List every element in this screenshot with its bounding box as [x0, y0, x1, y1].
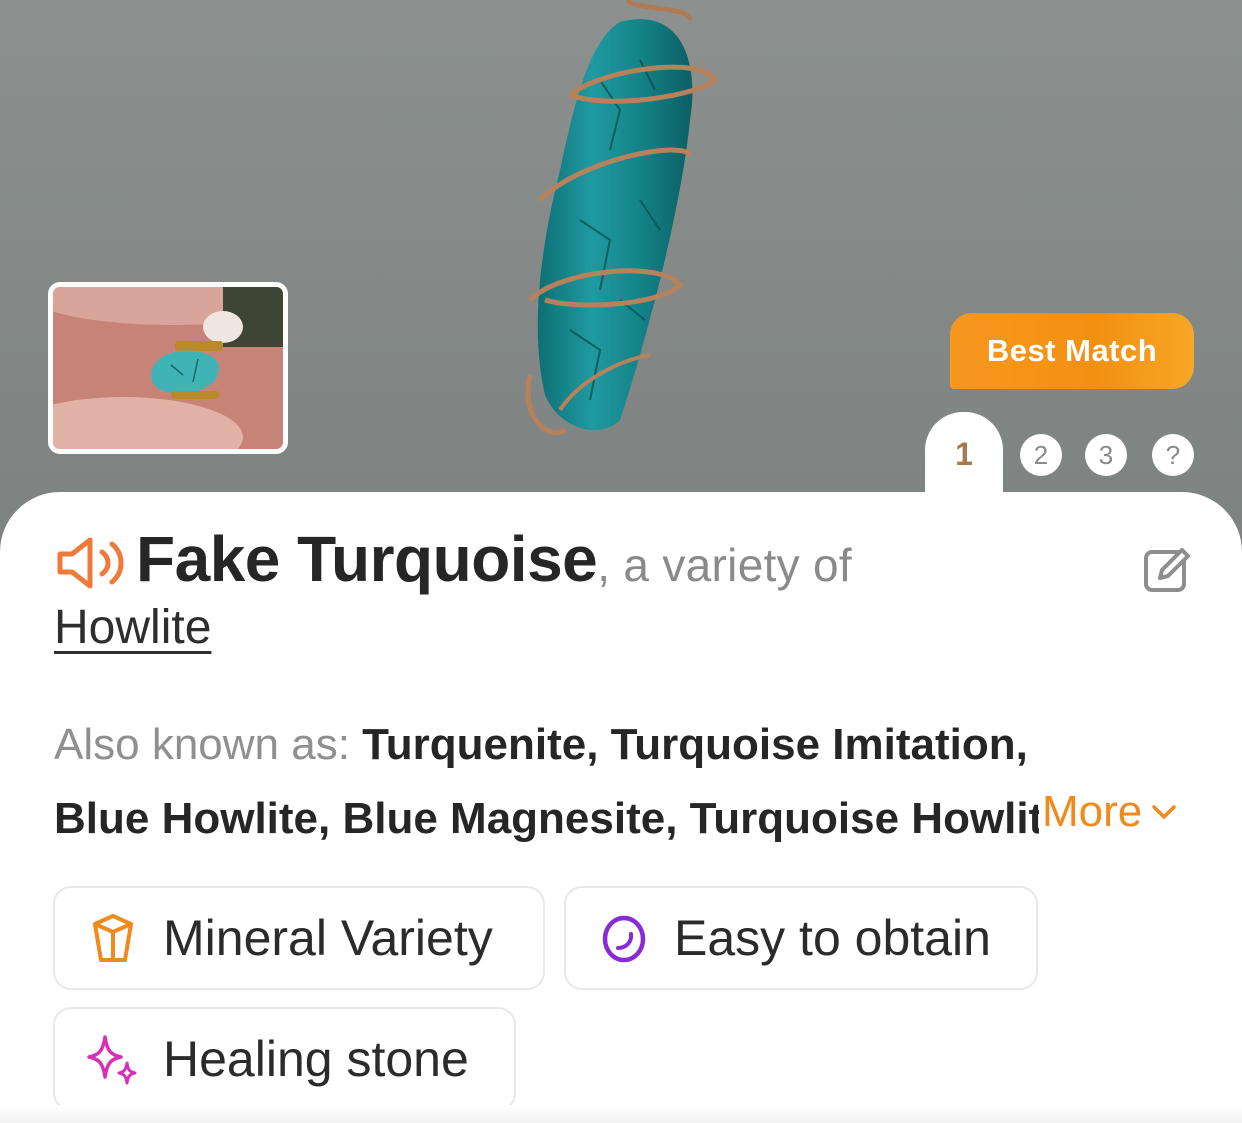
aka-label: Also known as:: [54, 720, 363, 769]
parent-species-link[interactable]: Howlite: [54, 600, 211, 655]
aka-names-line2: Blue Howlite, Blue Magnesite, Turquoise …: [54, 794, 1039, 843]
chip-healing-stone[interactable]: Healing stone: [53, 1007, 516, 1111]
aka-names-line1: Turquenite, Turquoise Imitation,: [362, 720, 1028, 769]
user-photo-thumbnail[interactable]: [48, 282, 288, 454]
chip-label: Mineral Variety: [163, 910, 493, 966]
chip-mineral-variety[interactable]: Mineral Variety: [53, 886, 545, 990]
sparkle-icon: [87, 1035, 137, 1085]
page-dot-help[interactable]: ?: [1152, 434, 1194, 476]
ring-icon: [602, 915, 646, 963]
speaker-icon[interactable]: [54, 534, 124, 592]
crystal-icon: [93, 914, 133, 962]
also-known-as: Also known as: Turquenite, Turquoise Imi…: [54, 708, 1194, 856]
chip-label: Healing stone: [163, 1031, 469, 1087]
page-dot-3[interactable]: 3: [1085, 434, 1127, 476]
more-button[interactable]: More: [1040, 782, 1179, 842]
best-match-badge: Best Match: [950, 313, 1194, 389]
more-label: More: [1042, 787, 1143, 836]
chip-label: Easy to obtain: [674, 910, 991, 966]
species-name: Fake Turquoise: [136, 523, 598, 595]
page-tab-1[interactable]: 1: [925, 412, 1003, 502]
scroll-fade: [0, 1105, 1242, 1123]
chevron-down-icon: [1152, 805, 1176, 819]
page-dot-2[interactable]: 2: [1020, 434, 1062, 476]
chip-easy-to-obtain[interactable]: Easy to obtain: [564, 886, 1038, 990]
hand-holding-stone-image: [53, 287, 283, 449]
match-pager: 1 2 3 ?: [925, 412, 1215, 502]
edit-icon[interactable]: [1140, 544, 1192, 596]
variety-prefix: , a variety of: [597, 539, 853, 591]
